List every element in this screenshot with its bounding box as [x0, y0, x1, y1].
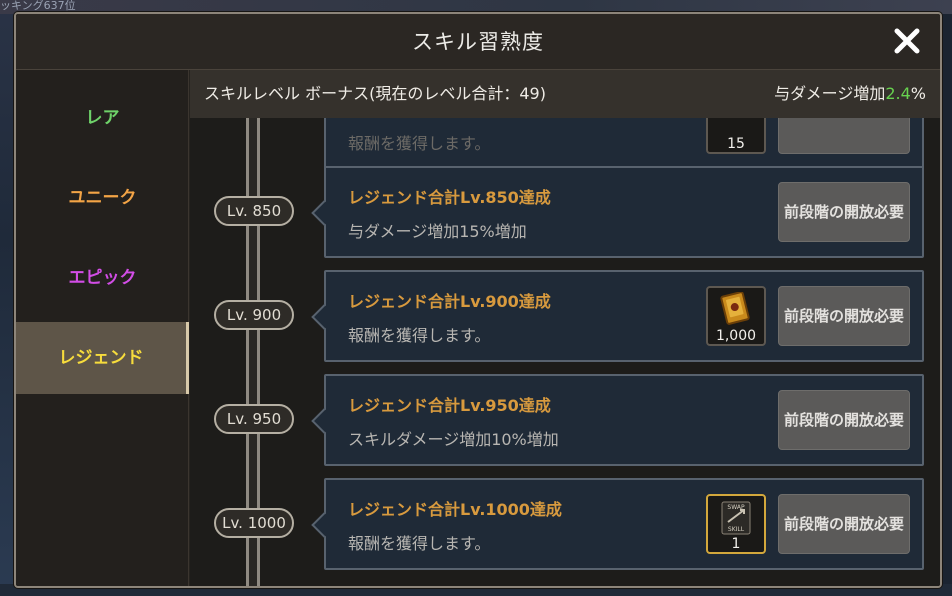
swap-skill-ticket-icon: SWAP SKILL [721, 501, 751, 535]
milestone-desc: 報酬を獲得します。 [348, 534, 491, 553]
unlock-button[interactable]: 前段階の開放必要 [778, 286, 910, 346]
level-pill-950: Lv. 950 [214, 404, 294, 434]
svg-text:SKILL: SKILL [728, 526, 745, 533]
bonus-bar: スキルレベル ボーナス(現在のレベル合計：49) 与ダメージ増加2.4% [190, 70, 940, 118]
dialog-title: スキル習熟度 [412, 30, 544, 54]
tab-epic[interactable]: エピック [16, 242, 189, 314]
level-pill-1000: Lv. 1000 [214, 508, 294, 538]
card-pointer [311, 200, 337, 226]
close-button[interactable] [892, 26, 922, 56]
reward-count: 15 [727, 136, 745, 152]
milestone-card-partial: 報酬を獲得します。 15 [324, 118, 924, 170]
mastery-content: スキルレベル ボーナス(現在のレベル合計：49) 与ダメージ増加2.4% 報酬を… [190, 70, 940, 586]
level-pill-900: Lv. 900 [214, 300, 294, 330]
milestone-card-1000: レジェンド合計Lv.1000達成 報酬を獲得します。 SWAP SKILL 1 … [311, 478, 924, 570]
unlock-button[interactable] [778, 118, 910, 154]
milestone-card-900: レジェンド合計Lv.900達成 報酬を獲得します。 1,000 前段階の開放必要 [311, 270, 924, 362]
unlock-button[interactable]: 前段階の開放必要 [778, 390, 910, 450]
card-pointer [311, 304, 337, 330]
milestone-desc: 報酬を獲得します。 [348, 134, 491, 153]
milestone-desc: 与ダメージ増加15%増加 [348, 222, 527, 241]
level-pill-850: Lv. 850 [214, 196, 294, 226]
bonus-damage-unit: % [910, 84, 926, 103]
bonus-damage-value: 2.4 [885, 84, 911, 103]
milestone-title: レジェンド合計Lv.900達成 [348, 292, 551, 311]
bonus-damage-label: 与ダメージ増加 [774, 84, 886, 103]
reward-slot[interactable]: 1,000 [706, 286, 766, 346]
close-icon [894, 28, 920, 54]
tab-rare[interactable]: レア [16, 82, 189, 154]
unlock-button[interactable]: 前段階の開放必要 [778, 494, 910, 554]
card-pointer [311, 408, 337, 434]
bonus-level-total: スキルレベル ボーナス(現在のレベル合計：49) [204, 84, 546, 103]
skill-mastery-dialog: スキル習熟度 レア ユニーク エピック レジェンド スキルレベル ボーナス(現在… [14, 12, 942, 588]
card-pointer [311, 512, 337, 538]
milestone-title: レジェンド合計Lv.1000達成 [348, 500, 562, 519]
reward-slot[interactable]: SWAP SKILL 1 [706, 494, 766, 554]
unlock-button[interactable]: 前段階の開放必要 [778, 182, 910, 242]
milestone-desc: スキルダメージ増加10%増加 [348, 430, 559, 449]
title-bar: スキル習熟度 [16, 14, 940, 70]
skill-book-icon [720, 292, 750, 325]
tab-unique[interactable]: ユニーク [16, 162, 189, 234]
reward-count: 1,000 [715, 328, 757, 344]
milestone-card-950: レジェンド合計Lv.950達成 スキルダメージ増加10%増加 前段階の開放必要 [311, 374, 924, 466]
svg-text:SWAP: SWAP [727, 504, 745, 511]
milestone-list[interactable]: 報酬を獲得します。 15 Lv. 850 レジェンド合計Lv.850達成 与ダメ… [190, 118, 940, 586]
reward-slot[interactable]: 15 [706, 118, 766, 154]
tab-legend[interactable]: レジェンド [16, 322, 189, 394]
milestone-title: レジェンド合計Lv.850達成 [348, 188, 551, 207]
milestone-card-850: レジェンド合計Lv.850達成 与ダメージ増加15%増加 前段階の開放必要 [311, 166, 924, 258]
reward-count: 1 [731, 536, 741, 552]
milestone-desc: 報酬を獲得します。 [348, 326, 491, 345]
bonus-damage: 与ダメージ増加2.4% [774, 70, 926, 118]
rarity-sidebar: レア ユニーク エピック レジェンド [16, 70, 189, 586]
milestone-title: レジェンド合計Lv.950達成 [348, 396, 551, 415]
